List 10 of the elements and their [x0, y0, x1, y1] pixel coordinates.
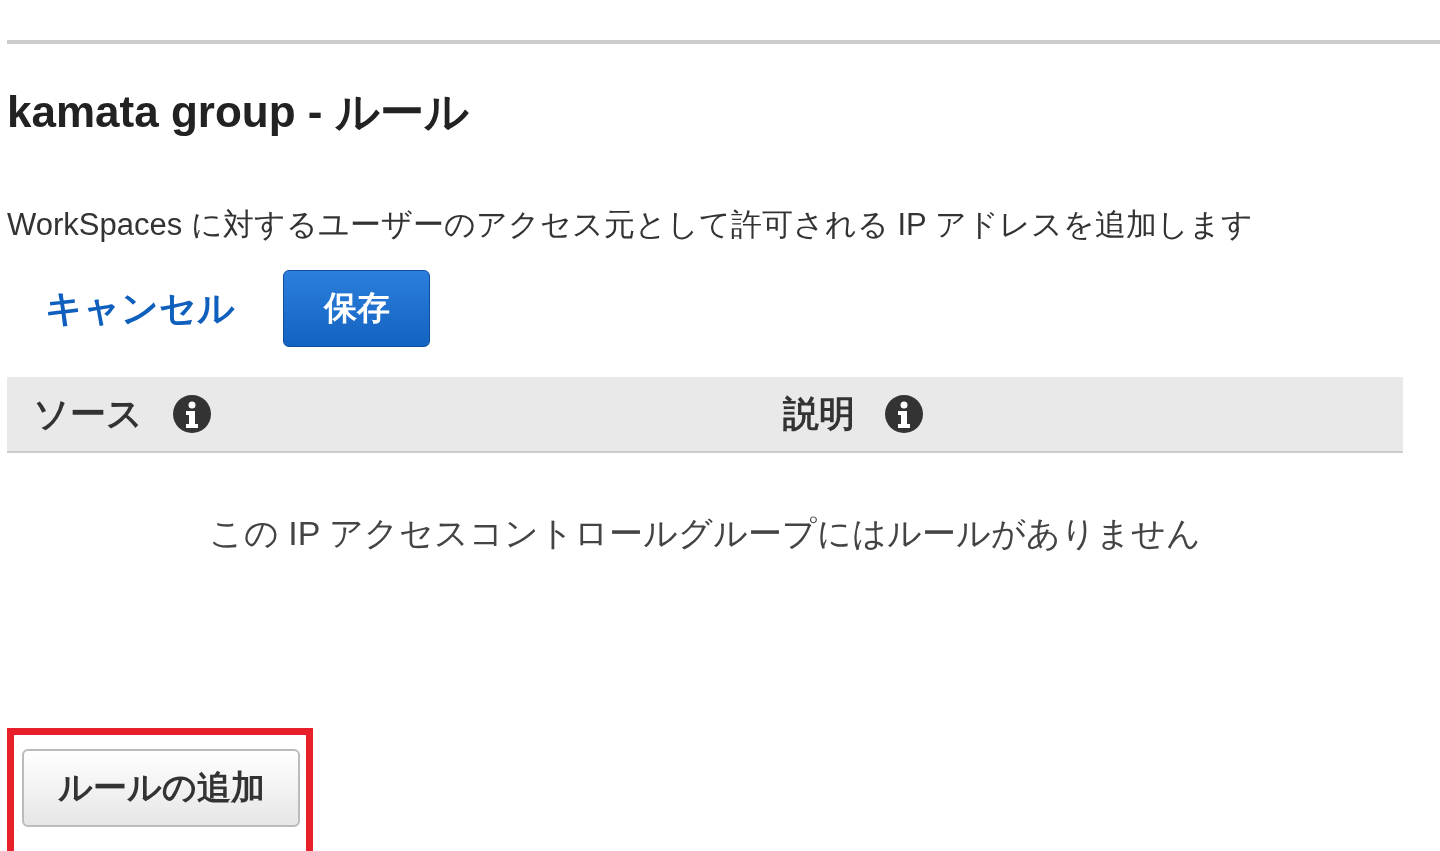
save-button[interactable]: 保存 [283, 270, 430, 347]
column-header: ソース [33, 391, 143, 436]
info-icon[interactable] [173, 395, 211, 433]
column-header: 説明 [783, 391, 855, 436]
cancel-link[interactable]: キャンセル [45, 283, 235, 334]
empty-message: この IP アクセスコントロールグループにはルールがありません [207, 513, 1203, 554]
add-rule-button[interactable]: ルールの追加 [22, 749, 300, 827]
page-title: kamata group - ルール [7, 86, 470, 138]
description: WorkSpaces に対するユーザーのアクセス元として許可される IP アドレスを追加します [7, 206, 1254, 244]
info-icon[interactable] [885, 395, 923, 433]
